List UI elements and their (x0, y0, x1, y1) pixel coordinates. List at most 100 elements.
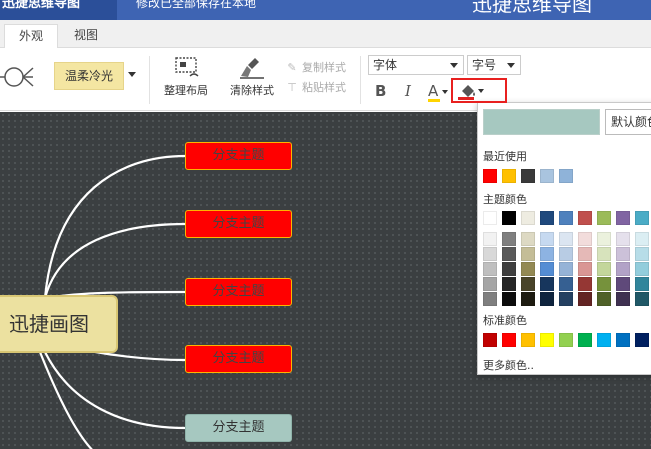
theme-color-swatch[interactable] (483, 211, 497, 225)
theme-shade-swatch[interactable] (616, 277, 630, 291)
structure-icon[interactable] (0, 62, 34, 92)
brush-icon (240, 58, 264, 79)
theme-shade-swatch[interactable] (521, 277, 535, 291)
theme-shade-swatch[interactable] (578, 292, 592, 306)
app-logo-tab[interactable]: 迅捷思维导图 (0, 0, 117, 20)
branch-topic[interactable]: 分支主题 (185, 278, 292, 306)
theme-shade-swatch[interactable] (502, 232, 516, 246)
standard-color-swatch[interactable] (578, 333, 592, 347)
tab-view[interactable]: 视图 (62, 24, 110, 48)
standard-color-swatch[interactable] (521, 333, 535, 347)
theme-shade-swatch[interactable] (559, 232, 573, 246)
font-size-select[interactable]: 字号 (467, 55, 521, 75)
theme-shade-swatch[interactable] (597, 277, 611, 291)
toolbar-separator (360, 56, 361, 104)
recent-color-swatch[interactable] (502, 169, 516, 183)
paste-style-button[interactable]: ⊤ 粘贴样式 (284, 80, 346, 96)
branch-topic[interactable]: 分支主题 (185, 345, 292, 373)
theme-shade-swatch[interactable] (616, 247, 630, 261)
theme-shade-swatch[interactable] (635, 247, 649, 261)
branch-topic[interactable]: 分支主题 (185, 414, 292, 442)
theme-shade-swatch[interactable] (483, 277, 497, 291)
theme-shade-swatch[interactable] (635, 232, 649, 246)
fill-color-button[interactable] (458, 82, 490, 100)
theme-shade-swatch[interactable] (521, 232, 535, 246)
standard-color-swatch[interactable] (540, 333, 554, 347)
theme-shade-swatch[interactable] (578, 247, 592, 261)
theme-shade-swatch[interactable] (483, 232, 497, 246)
standard-color-swatch[interactable] (597, 333, 611, 347)
theme-shade-swatch[interactable] (502, 262, 516, 276)
theme-color-swatch[interactable] (597, 211, 611, 225)
theme-shade-swatch[interactable] (502, 277, 516, 291)
theme-color-swatch[interactable] (521, 211, 535, 225)
ribbon-tabs: 外观 视图 (0, 20, 651, 48)
theme-shade-swatch[interactable] (483, 247, 497, 261)
theme-color-swatch[interactable] (502, 211, 516, 225)
theme-dropdown-arrow[interactable] (128, 72, 136, 77)
theme-shade-swatch[interactable] (578, 277, 592, 291)
theme-shade-swatch[interactable] (578, 232, 592, 246)
theme-shade-swatch[interactable] (616, 232, 630, 246)
theme-shade-swatch[interactable] (559, 292, 573, 306)
theme-shade-swatch[interactable] (635, 292, 649, 306)
theme-shade-swatch[interactable] (597, 232, 611, 246)
theme-color-swatch[interactable] (540, 211, 554, 225)
recent-color-swatch[interactable] (521, 169, 535, 183)
arrange-layout-button[interactable]: 整理布局 (160, 56, 212, 98)
theme-shade-swatch[interactable] (502, 247, 516, 261)
chevron-down-icon (442, 89, 448, 94)
theme-shade-swatch[interactable] (559, 262, 573, 276)
copy-style-button[interactable]: ✎ 复制样式 (284, 60, 346, 76)
standard-color-swatch[interactable] (483, 333, 497, 347)
font-family-select[interactable]: 字体 (368, 55, 464, 75)
theme-shade-swatch[interactable] (597, 262, 611, 276)
theme-shade-swatch[interactable] (578, 262, 592, 276)
tab-appearance[interactable]: 外观 (4, 24, 58, 48)
central-topic[interactable]: 迅捷画图 (0, 295, 118, 353)
theme-shade-swatch[interactable] (616, 292, 630, 306)
theme-shade-swatch[interactable] (540, 232, 554, 246)
recent-color-swatch[interactable] (540, 169, 554, 183)
theme-shade-swatch[interactable] (521, 292, 535, 306)
theme-shade-swatch[interactable] (502, 292, 516, 306)
theme-shade-swatch[interactable] (540, 292, 554, 306)
font-color-button[interactable]: A (428, 82, 452, 102)
theme-shade-swatch[interactable] (559, 247, 573, 261)
theme-color-swatch[interactable] (578, 211, 592, 225)
theme-shade-swatch[interactable] (559, 277, 573, 291)
standard-color-swatch[interactable] (502, 333, 516, 347)
theme-shade-swatch[interactable] (521, 262, 535, 276)
theme-shade-swatch[interactable] (635, 262, 649, 276)
default-color-button[interactable]: 默认颜色 (605, 109, 651, 135)
standard-color-swatch[interactable] (559, 333, 573, 347)
theme-shade-swatch[interactable] (597, 292, 611, 306)
theme-shade-swatch[interactable] (483, 292, 497, 306)
recent-color-swatch[interactable] (483, 169, 497, 183)
theme-shade-swatch[interactable] (616, 262, 630, 276)
theme-color-swatch[interactable] (635, 211, 649, 225)
theme-shade-swatch[interactable] (540, 262, 554, 276)
recent-color-swatch[interactable] (559, 169, 573, 183)
title-bar: 迅捷思维导图 修改已全部保存在本地 迅捷思维导图 (0, 0, 651, 20)
theme-color-swatch[interactable] (559, 211, 573, 225)
branch-topic[interactable]: 分支主题 (185, 142, 292, 170)
theme-shade-swatch[interactable] (540, 277, 554, 291)
theme-button[interactable]: 温柔冷光 (54, 62, 124, 90)
theme-shade-swatch[interactable] (597, 247, 611, 261)
paint-bucket-icon (458, 85, 475, 100)
chevron-down-icon (450, 63, 458, 68)
standard-color-swatch[interactable] (635, 333, 649, 347)
more-colors-link[interactable]: 更多颜色.. (483, 357, 534, 373)
theme-shade-swatch[interactable] (635, 277, 649, 291)
theme-shade-swatch[interactable] (521, 247, 535, 261)
theme-shade-swatch[interactable] (540, 247, 554, 261)
standard-color-swatch[interactable] (616, 333, 630, 347)
copy-style-label: 复制样式 (302, 61, 346, 74)
bold-button[interactable]: B (375, 82, 386, 100)
italic-button[interactable]: I (405, 82, 411, 100)
theme-shade-swatch[interactable] (483, 262, 497, 276)
theme-color-swatch[interactable] (616, 211, 630, 225)
clear-style-button[interactable]: 清除样式 (226, 56, 278, 98)
branch-topic[interactable]: 分支主题 (185, 210, 292, 238)
